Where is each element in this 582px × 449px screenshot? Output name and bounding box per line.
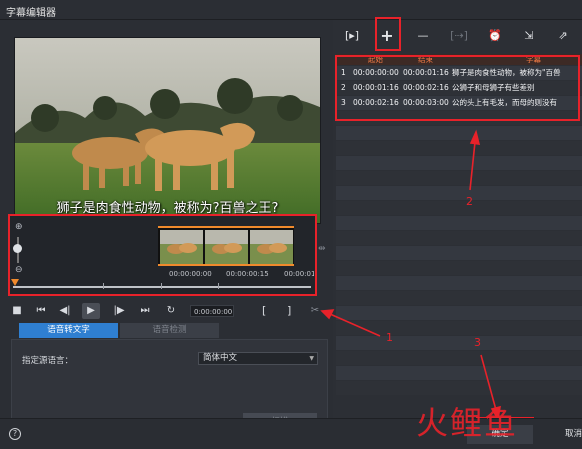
cancel-button[interactable]: 取消 bbox=[565, 425, 582, 444]
skip-forward-icon[interactable]: ⏭ bbox=[136, 303, 154, 319]
help-icon[interactable]: ? bbox=[9, 428, 21, 440]
repeat-icon[interactable]: ↻ bbox=[162, 303, 180, 319]
table-row-stripe bbox=[336, 171, 582, 185]
annotation-label-3: 3 bbox=[474, 336, 481, 349]
annotation-label-2: 2 bbox=[466, 195, 473, 208]
source-language-value: 简体中文 bbox=[203, 353, 238, 363]
merge-icon[interactable]: [⇢] bbox=[449, 26, 469, 46]
watermark-logo: 火鲤鱼 bbox=[416, 404, 519, 442]
time-input[interactable]: 0:00:00:00 bbox=[190, 305, 234, 317]
table-row-stripe bbox=[336, 351, 582, 365]
annotation-box-table bbox=[335, 55, 580, 121]
annotation-box-timeline bbox=[8, 214, 317, 296]
mark-out-button[interactable]: ] bbox=[287, 303, 291, 319]
table-row-stripe bbox=[336, 381, 582, 395]
step-back-icon[interactable]: ◀︎| bbox=[56, 303, 74, 319]
skip-back-icon[interactable]: ⏮ bbox=[32, 303, 50, 319]
title-bar: 字幕编辑器 bbox=[0, 0, 582, 20]
window-title: 字幕编辑器 bbox=[6, 8, 56, 19]
source-language-label: 指定源语言： bbox=[22, 356, 74, 366]
tab-speech-detection[interactable]: 语音检测 bbox=[120, 323, 219, 338]
stop-icon[interactable]: ■ bbox=[8, 303, 26, 319]
play-icon[interactable]: ▶ bbox=[82, 303, 100, 319]
table-row-stripe bbox=[336, 216, 582, 230]
annotation-box-add bbox=[375, 17, 401, 51]
alarm-icon[interactable]: ⏰ bbox=[485, 26, 505, 46]
playback-controls: ■ ⏮ ◀︎| ▶ |▶︎ ⏭ ↻ 0:00:00:00 [ ] ✂ bbox=[8, 303, 328, 319]
subtitle-toolbar: [▸] + — [⇢] ⏰ ⇲ ⇗ bbox=[333, 20, 582, 52]
play-subtitle-icon[interactable]: [▸] bbox=[342, 26, 362, 46]
chevron-down-icon: ▼ bbox=[309, 355, 314, 362]
import-icon[interactable]: ⇲ bbox=[519, 26, 539, 46]
mark-in-button[interactable]: [ bbox=[262, 303, 266, 319]
video-preview: 狮子是肉食性动物，被称为?百兽之王? bbox=[14, 37, 321, 224]
table-row-stripe bbox=[336, 321, 582, 335]
step-forward-icon[interactable]: |▶︎ bbox=[110, 303, 128, 319]
table-row-stripe bbox=[336, 336, 582, 350]
annotation-label-1: 1 bbox=[386, 331, 393, 344]
table-row-stripe bbox=[336, 276, 582, 290]
table-row-stripe bbox=[336, 186, 582, 200]
table-row-stripe bbox=[336, 201, 582, 215]
remove-icon[interactable]: — bbox=[413, 26, 433, 46]
export-icon[interactable]: ⇗ bbox=[553, 26, 573, 46]
table-row-stripe bbox=[336, 366, 582, 380]
table-row-stripe bbox=[336, 291, 582, 305]
table-row-stripe bbox=[336, 126, 582, 140]
table-row-stripe bbox=[336, 231, 582, 245]
table-row-stripe bbox=[336, 246, 582, 260]
source-language-select[interactable]: 简体中文 ▼ bbox=[198, 352, 318, 365]
tab-speech-to-text[interactable]: 语音转文字 bbox=[19, 323, 118, 338]
table-row-stripe bbox=[336, 141, 582, 155]
table-row-stripe bbox=[336, 306, 582, 320]
panel-expand-handle[interactable]: ⇹ bbox=[318, 244, 326, 254]
table-row-stripe bbox=[336, 261, 582, 275]
scissors-icon[interactable]: ✂ bbox=[306, 303, 324, 319]
table-row-stripe bbox=[336, 156, 582, 170]
